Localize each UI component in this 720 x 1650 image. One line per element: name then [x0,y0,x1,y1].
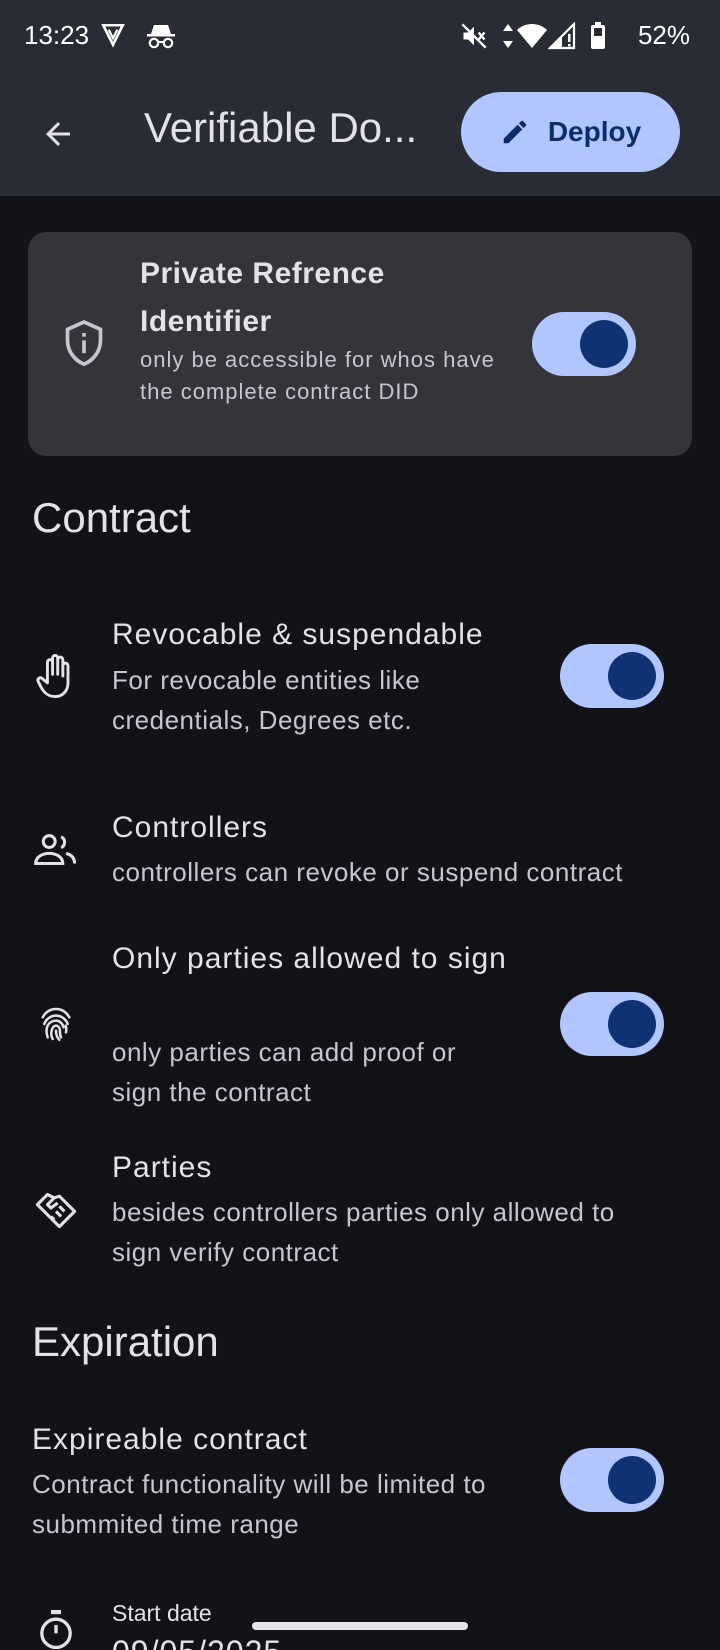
deploy-label: Deploy [547,116,642,147]
back-button[interactable] [30,106,86,162]
mute-icon [460,22,488,55]
people-icon [34,828,78,872]
vpn-shield-icon [100,22,126,53]
expireable-title: Expireable contract [32,1423,308,1456]
hand-icon [34,654,78,699]
revocable-title: Revocable & suspendable [112,618,484,651]
private-reference-title: Private Refrence Identifier [140,257,385,338]
fingerprint-icon [34,1002,78,1046]
status-bar: 13:23 52% [0,0,720,72]
data-arrows-icon [502,22,514,55]
expiration-section-title: Expiration [32,1318,219,1365]
revocable-toggle[interactable] [560,644,664,708]
controllers-subtitle: controllers can revoke or suspend contra… [112,857,623,887]
parties-title: Parties [112,1151,213,1184]
toggle-knob [608,1456,656,1504]
private-reference-subtitle: only be accessible for whos have the com… [140,347,495,404]
private-reference-toggle[interactable] [532,312,636,376]
parties-subtitle: besides controllers parties only allowed… [112,1197,615,1267]
private-reference-card: Private Refrence Identifier only be acce… [28,232,692,456]
only-parties-toggle[interactable] [560,992,664,1056]
revocable-subtitle: For revocable entities like credentials,… [112,665,421,735]
expireable-subtitle: Contract functionality will be limited t… [32,1469,487,1539]
battery-icon [590,22,606,55]
timer-icon [34,1608,78,1650]
app-bar: Verifiable Do... Deploy [0,72,720,196]
start-date-label: Start date [112,1600,212,1626]
gesture-navigation-bar[interactable] [252,1622,468,1630]
arrow-back-icon [46,122,70,146]
page-title: Verifiable Do... [144,104,418,151]
battery-percent: 52% [637,20,690,50]
status-time: 13:23 [24,20,90,50]
edit-pencil-icon [503,120,527,144]
shield-info-icon [62,319,106,373]
incognito-icon [145,22,177,55]
expireable-toggle[interactable] [560,1448,664,1512]
signal-icon [547,21,576,55]
contract-section-title: Contract [32,494,191,541]
wifi-icon [516,22,548,55]
toggle-knob [580,320,628,368]
start-date-value[interactable]: 09/05/2025 [112,1634,282,1650]
only-parties-title: Only parties allowed to sign [112,942,507,975]
handshake-icon [34,1186,78,1230]
toggle-knob [608,652,656,700]
controllers-title: Controllers [112,811,269,844]
deploy-button[interactable]: Deploy [461,92,680,172]
only-parties-subtitle: only parties can add proof or sign the c… [112,1037,457,1107]
toggle-knob [608,1000,656,1048]
